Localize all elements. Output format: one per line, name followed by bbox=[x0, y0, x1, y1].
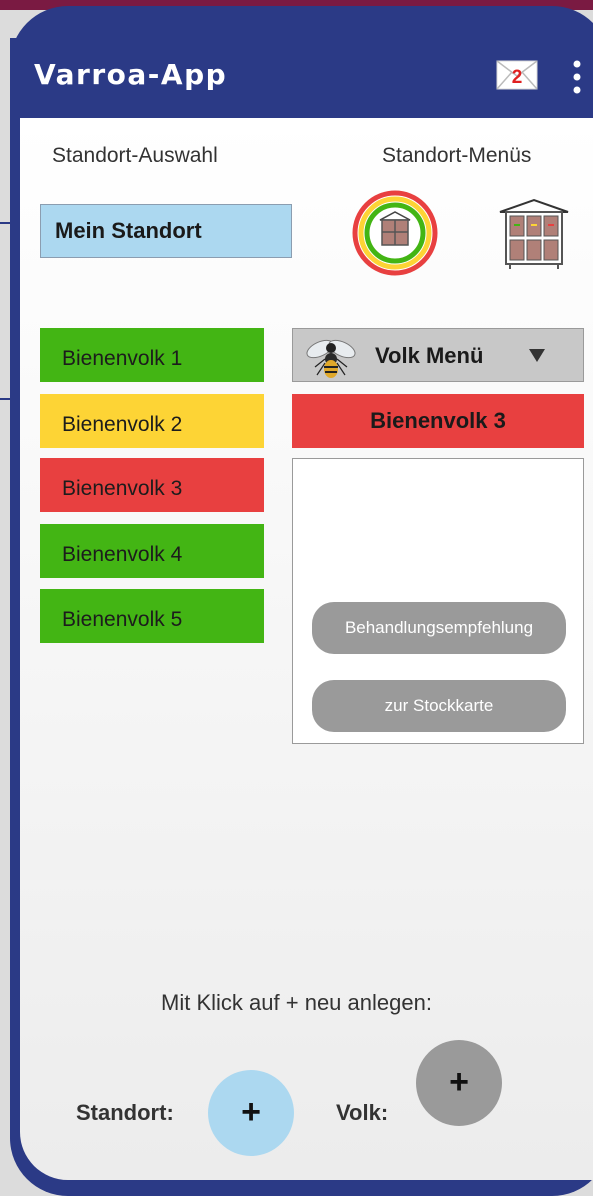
hive-icon[interactable] bbox=[496, 194, 572, 270]
colony-item[interactable]: Bienenvolk 2 bbox=[40, 394, 264, 448]
location-selector[interactable]: Mein Standort bbox=[40, 204, 292, 258]
add-colony-button[interactable]: + bbox=[416, 1040, 502, 1126]
colony-item[interactable]: Bienenvolk 1 bbox=[40, 328, 264, 382]
message-count: 2 bbox=[512, 67, 523, 88]
add-location-label: Standort: bbox=[76, 1100, 174, 1125]
colony-item[interactable]: Bienenvolk 3 bbox=[40, 458, 264, 512]
location-select-heading: Standort-Auswahl bbox=[52, 144, 218, 167]
envelope-icon[interactable]: 2 bbox=[496, 60, 538, 90]
add-colony-label: Volk: bbox=[336, 1100, 389, 1125]
bee-icon bbox=[303, 333, 359, 379]
colony-item[interactable]: Bienenvolk 4 bbox=[40, 524, 264, 578]
hive-card-button[interactable]: zur Stockkarte bbox=[312, 680, 566, 732]
add-location-button[interactable]: + bbox=[208, 1070, 294, 1156]
more-vert-icon[interactable] bbox=[570, 58, 584, 98]
selected-colony: Bienenvolk 3 bbox=[292, 394, 584, 448]
app-bar: Varroa-App 2 bbox=[10, 38, 593, 118]
volk-menu-dropdown[interactable]: Volk Menü bbox=[292, 328, 584, 382]
app-title: Varroa-App bbox=[34, 58, 228, 91]
add-hint: Mit Klick auf + neu anlegen: bbox=[161, 990, 432, 1015]
hive-status-icon[interactable] bbox=[352, 190, 438, 276]
volk-menu-label: Volk Menü bbox=[375, 343, 484, 368]
colony-item[interactable]: Bienenvolk 5 bbox=[40, 589, 264, 643]
treatment-recommendation-button[interactable]: Behandlungsempfehlung bbox=[312, 602, 566, 654]
caret-down-icon bbox=[529, 349, 545, 363]
location-menus-heading: Standort-Menüs bbox=[382, 144, 532, 167]
